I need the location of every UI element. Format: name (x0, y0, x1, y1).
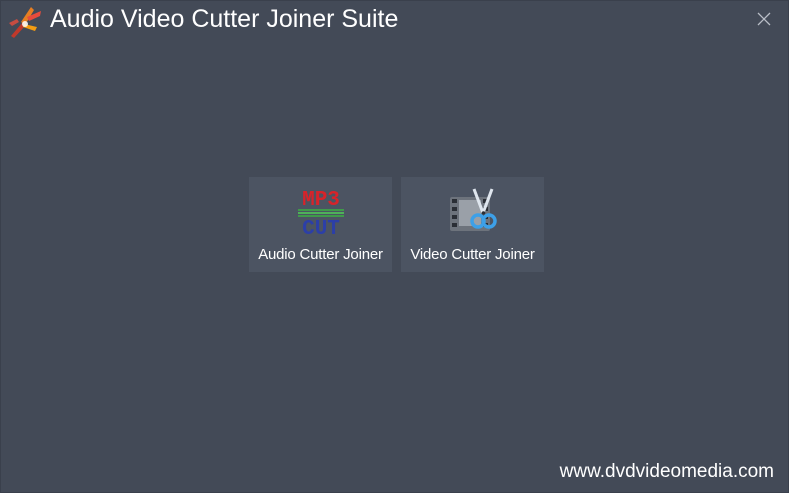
close-icon (757, 12, 771, 26)
video-cutter-joiner-button[interactable]: Video Cutter Joiner (401, 177, 544, 272)
close-button[interactable] (751, 7, 777, 31)
audio-cutter-joiner-button[interactable]: MP3 CUT Audio Cutter Joiner (249, 177, 392, 272)
mp3-cut-icon: MP3 CUT (295, 185, 347, 241)
app-logo-icon (7, 3, 45, 39)
svg-text:CUT: CUT (302, 218, 340, 237)
title-bar[interactable]: Audio Video Cutter Joiner Suite (1, 1, 789, 41)
svg-text:MP3: MP3 (302, 189, 340, 212)
window-title: Audio Video Cutter Joiner Suite (50, 5, 399, 33)
film-scissors-icon (447, 185, 499, 237)
app-window: Audio Video Cutter Joiner Suite MP3 CUT … (0, 0, 789, 493)
audio-cutter-joiner-label: Audio Cutter Joiner (258, 246, 383, 263)
website-link[interactable]: www.dvdvideomedia.com (560, 460, 774, 484)
video-cutter-joiner-label: Video Cutter Joiner (410, 246, 535, 263)
